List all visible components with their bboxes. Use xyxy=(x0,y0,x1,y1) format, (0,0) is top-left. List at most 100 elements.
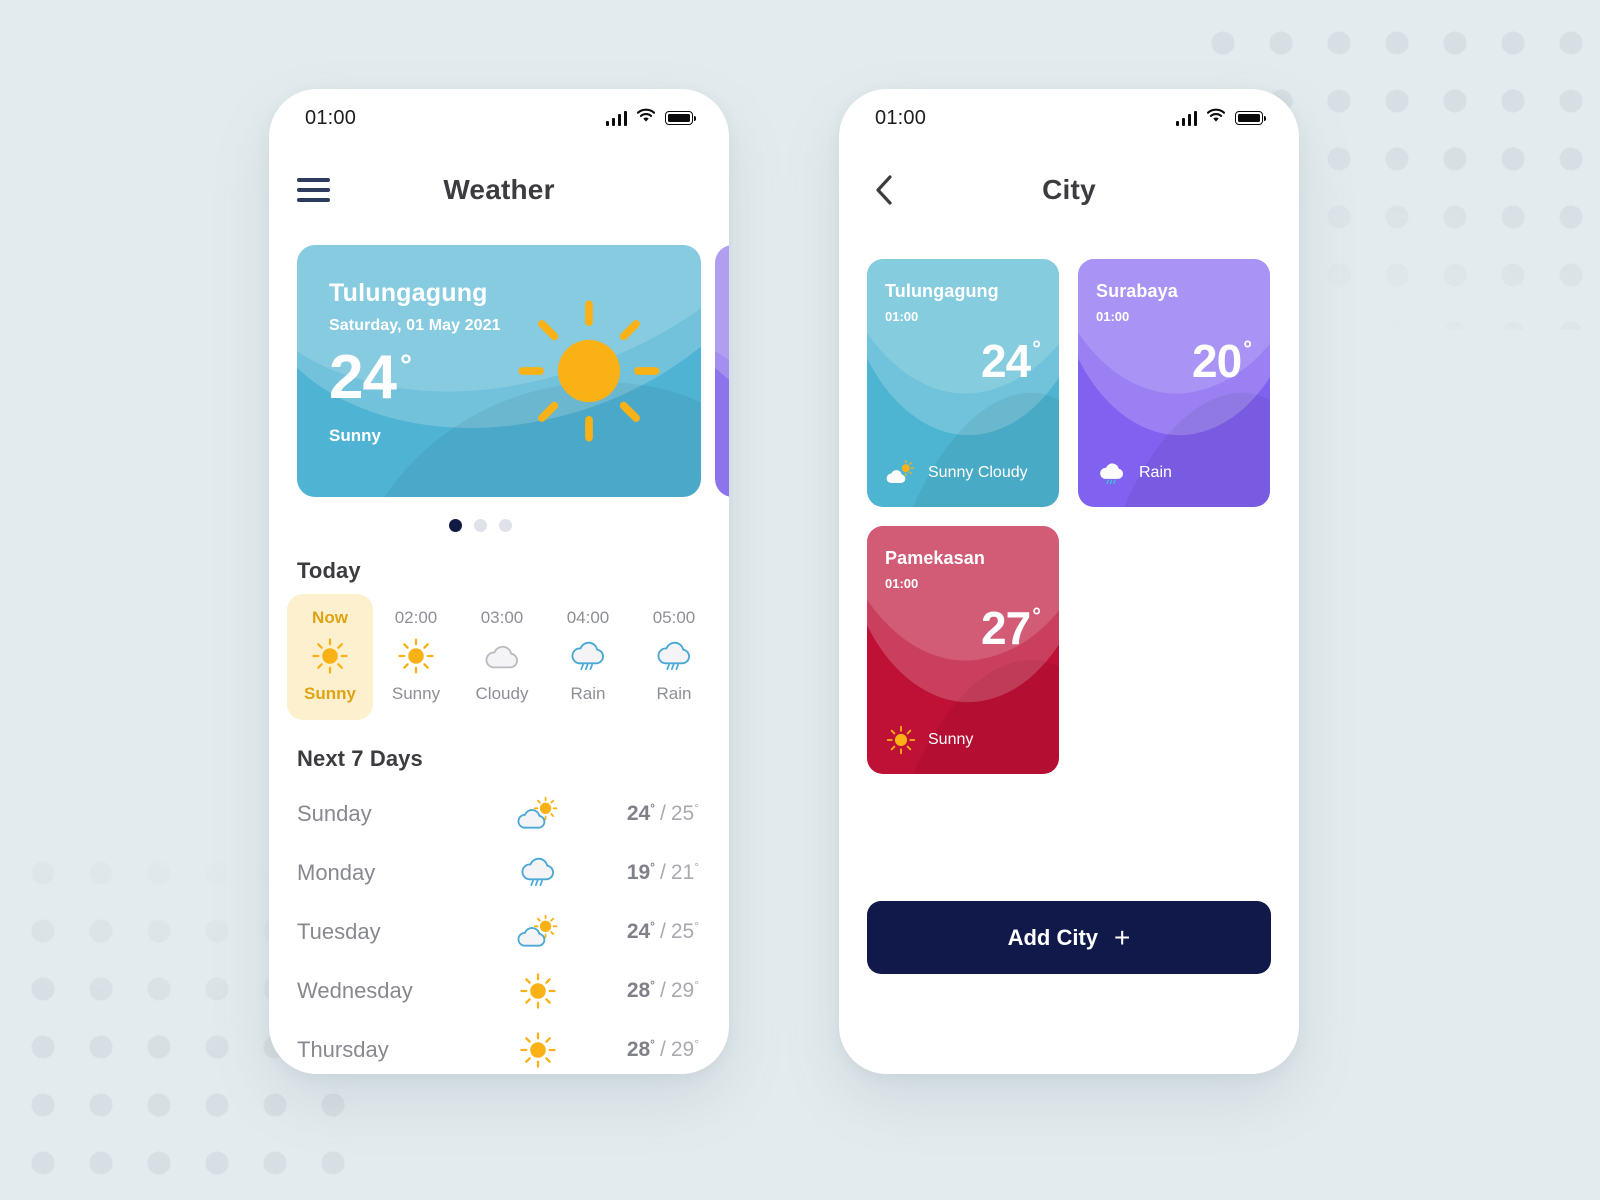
status-bar: 01:00 xyxy=(269,89,729,147)
degree-symbol: ° xyxy=(650,1037,655,1051)
add-city-label: Add City xyxy=(1007,924,1099,950)
city-temperature-value: 20 xyxy=(1192,335,1242,387)
hourly-condition: Sunny xyxy=(391,684,441,703)
rain-icon xyxy=(654,636,694,676)
app-header: City xyxy=(839,147,1299,233)
city-name: Tulungagung xyxy=(885,281,999,301)
degree-symbol: ° xyxy=(650,801,655,815)
city-name: Pamekasan xyxy=(885,548,985,568)
wifi-icon xyxy=(636,108,656,128)
sun-icon xyxy=(396,636,436,676)
hourly-item[interactable]: Now Sunny xyxy=(287,594,373,720)
signal-bars-icon xyxy=(605,110,627,126)
degree-symbol: ° xyxy=(694,801,699,815)
seven-day-forecast-list: Sunday 24°/25° Monday 19° / 21° Tuesday … xyxy=(269,772,729,1074)
city-card-tulungagung[interactable]: Tulungagung 01:00 24 ° Sunny Cloudy xyxy=(867,259,1059,507)
hero-weather-card[interactable]: Tulungagung Saturday, 01 May 2021 24 ° S… xyxy=(297,245,701,497)
forecast-low: 25 xyxy=(670,920,695,943)
plus-icon: + xyxy=(1114,921,1131,953)
status-bar-icons xyxy=(605,108,697,128)
chevron-left-icon[interactable] xyxy=(867,173,901,207)
status-bar: 01:00 xyxy=(839,89,1299,147)
hero-degree-symbol: ° xyxy=(399,349,412,382)
status-bar-time: 01:00 xyxy=(875,106,927,129)
forecast-day-row[interactable]: Thursday 28°/29° xyxy=(297,1020,699,1074)
sun-icon xyxy=(515,297,663,445)
forecast-day-row[interactable]: Sunday 24°/25° xyxy=(297,784,699,843)
forecast-high: 28 xyxy=(626,979,651,1002)
city-temperature-value: 24 xyxy=(981,335,1031,387)
carousel-track: Tulungagung Saturday, 01 May 2021 24 ° S… xyxy=(297,245,729,497)
hourly-condition: Rain xyxy=(656,684,692,703)
city-temperature: 24 ° xyxy=(885,335,1041,387)
city-condition: Sunny xyxy=(928,731,974,748)
forecast-day-row[interactable]: Wednesday 28°/29° xyxy=(297,961,699,1020)
hourly-time: Now xyxy=(312,608,348,627)
hourly-forecast-list: Now Sunny 02:00 Sunny 03:00 Cloudy 04:00… xyxy=(269,584,729,720)
forecast-high: 24 xyxy=(626,920,651,943)
city-temperature-value: 27 xyxy=(981,602,1031,654)
forecast-day-name: Tuesday xyxy=(297,918,381,944)
signal-bars-icon xyxy=(1175,110,1197,126)
status-bar-time: 01:00 xyxy=(305,106,357,129)
card-wave-decoration xyxy=(715,245,729,497)
forecast-day-name: Sunday xyxy=(297,800,372,826)
degree-symbol: ° xyxy=(650,860,655,874)
rain-icon xyxy=(1096,457,1128,489)
add-city-button[interactable]: Add City + xyxy=(867,901,1271,974)
city-condition: Rain xyxy=(1139,464,1172,481)
app-header: Weather xyxy=(269,147,729,233)
forecast-day-row[interactable]: Monday 19°/21° xyxy=(297,843,699,902)
hourly-item[interactable]: 05:00 Rain xyxy=(631,594,717,720)
city-card-surabaya[interactable]: Surabaya 01:00 20 ° Rain xyxy=(1078,259,1270,507)
carousel-pagination[interactable] xyxy=(269,497,729,532)
city-time: 01:00 xyxy=(1096,309,1130,324)
forecast-day-temps: 28°/29° xyxy=(584,1037,699,1062)
forecast-day-row[interactable]: Tuesday 24°/25° xyxy=(297,902,699,961)
carousel-dot-2[interactable] xyxy=(474,519,487,532)
degree-symbol: ° xyxy=(1032,603,1041,628)
forecast-day-temps: 24°/25° xyxy=(584,919,699,944)
hourly-time: 05:00 xyxy=(652,608,696,627)
hourly-item[interactable]: 02:00 Sunny xyxy=(373,594,459,720)
city-card-content: Tulungagung 01:00 24 ° Sunny Cloudy xyxy=(867,259,1059,507)
hourly-time: 04:00 xyxy=(566,608,610,627)
city-temperature: 27 ° xyxy=(885,602,1041,654)
phone-weather-screen: 01:00 Weather Tulungagung Saturday, 01 M… xyxy=(269,89,729,1074)
hourly-item[interactable]: 03:00 Cloudy xyxy=(459,594,545,720)
city-card-content: Pamekasan 01:00 27 ° Sunny xyxy=(867,526,1059,774)
degree-symbol: ° xyxy=(1243,336,1252,361)
city-time: 01:00 xyxy=(885,576,919,591)
city-card-grid: Tulungagung 01:00 24 ° Sunny Cloudy Sura… xyxy=(839,233,1299,774)
temp-separator: / xyxy=(659,979,666,1002)
forecast-low: 29 xyxy=(670,1038,695,1061)
battery-full-icon xyxy=(665,111,697,125)
hourly-condition: Rain xyxy=(570,684,606,703)
hero-weather-card-next[interactable] xyxy=(715,245,729,497)
hourly-time: 03:00 xyxy=(480,608,524,627)
degree-symbol: ° xyxy=(650,919,655,933)
rain-icon xyxy=(492,856,584,889)
city-card-content: Surabaya 01:00 20 ° Rain xyxy=(1078,259,1270,507)
forecast-low: 25 xyxy=(670,802,695,825)
hero-temperature-value: 24 xyxy=(329,343,397,412)
forecast-day-name: Monday xyxy=(297,859,376,885)
city-condition-row: Rain xyxy=(1096,457,1252,489)
carousel-dot-1[interactable] xyxy=(449,519,462,532)
status-bar-icons xyxy=(1175,108,1267,128)
city-card-pamekasan[interactable]: Pamekasan 01:00 27 ° Sunny xyxy=(867,526,1059,774)
sun-icon xyxy=(492,1031,584,1069)
hamburger-menu-icon[interactable] xyxy=(297,172,330,208)
forecast-high: 19 xyxy=(626,861,651,884)
forecast-low: 21 xyxy=(670,861,695,884)
city-condition: Sunny Cloudy xyxy=(928,464,1028,481)
hourly-item[interactable]: 04:00 Rain xyxy=(545,594,631,720)
weather-carousel[interactable]: Tulungagung Saturday, 01 May 2021 24 ° S… xyxy=(269,245,729,497)
sun-icon xyxy=(310,636,350,676)
carousel-dot-3[interactable] xyxy=(499,519,512,532)
city-time: 01:00 xyxy=(885,309,919,324)
page-title: City xyxy=(1042,174,1096,205)
temp-separator: / xyxy=(659,1038,666,1061)
degree-symbol: ° xyxy=(1032,336,1041,361)
temp-separator: / xyxy=(659,802,666,825)
